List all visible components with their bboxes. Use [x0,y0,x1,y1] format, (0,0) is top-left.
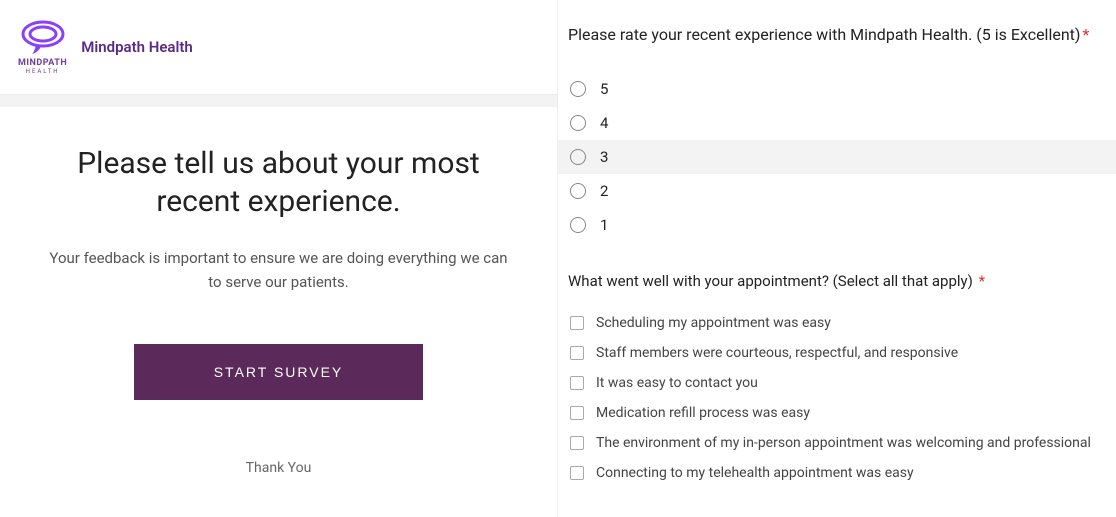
checkbox-icon [570,406,584,420]
brand-logo: MINDPATH HEALTH [18,19,67,75]
checkbox-icon [570,316,584,330]
went-well-option-2[interactable]: It was easy to contact you [568,368,1108,398]
radio-icon [570,217,586,233]
radio-icon [570,115,586,131]
rating-option-label: 1 [600,216,608,234]
went-well-option-4[interactable]: The environment of my in-person appointm… [568,428,1108,458]
went-well-option-3[interactable]: Medication refill process was easy [568,398,1108,428]
required-marker: * [979,272,985,290]
radio-icon [570,183,586,199]
question-rating: Please rate your recent experience with … [568,24,1108,242]
logo-text-line2: HEALTH [26,68,60,75]
went-well-option-1[interactable]: Staff members were courteous, respectful… [568,338,1108,368]
intro-panel: MINDPATH HEALTH Mindpath Health Please t… [0,0,558,517]
brand-name: Mindpath Health [81,38,193,56]
question-rating-text: Please rate your recent experience with … [568,25,1080,44]
question-rating-label: Please rate your recent experience with … [568,24,1108,46]
rating-option-label: 3 [600,148,608,166]
divider-bar [0,95,557,107]
intro-title: Please tell us about your most recent ex… [36,145,521,220]
went-well-option-label: The environment of my in-person appointm… [596,435,1091,451]
question-went-well: What went well with your appointment? (S… [568,272,1108,488]
rating-option-label: 2 [600,182,608,200]
checkbox-icon [570,346,584,360]
speech-bubble-icon [19,19,67,57]
header: MINDPATH HEALTH Mindpath Health [0,0,557,95]
rating-option-1[interactable]: 1 [568,208,1108,242]
rating-option-2[interactable]: 2 [568,174,1108,208]
went-well-option-label: It was easy to contact you [596,375,758,391]
rating-option-4[interactable]: 4 [568,106,1108,140]
radio-icon [570,149,586,165]
went-well-option-label: Medication refill process was easy [596,405,810,421]
rating-option-3[interactable]: 3 [558,140,1116,174]
question-went-well-text: What went well with your appointment? (S… [568,272,973,290]
thank-you-text: Thank You [36,460,521,476]
rating-options: 5 4 3 2 1 [568,72,1108,242]
went-well-options: Scheduling my appointment was easy Staff … [568,308,1108,488]
logo-text-line1: MINDPATH [18,59,67,68]
question-went-well-label: What went well with your appointment? (S… [568,272,1108,290]
survey-panel: Please rate your recent experience with … [558,0,1116,517]
went-well-option-label: Staff members were courteous, respectful… [596,345,958,361]
rating-option-5[interactable]: 5 [568,72,1108,106]
intro-subtitle: Your feedback is important to ensure we … [49,246,509,294]
checkbox-icon [570,466,584,480]
intro-content: Please tell us about your most recent ex… [0,107,557,517]
went-well-option-label: Scheduling my appointment was easy [596,315,831,331]
went-well-option-0[interactable]: Scheduling my appointment was easy [568,308,1108,338]
checkbox-icon [570,436,584,450]
start-survey-button[interactable]: START SURVEY [134,344,424,400]
went-well-option-5[interactable]: Connecting to my telehealth appointment … [568,458,1108,488]
rating-option-label: 5 [600,80,608,98]
checkbox-icon [570,376,584,390]
went-well-option-label: Connecting to my telehealth appointment … [596,465,914,481]
required-marker: * [1082,25,1089,44]
rating-option-label: 4 [600,114,608,132]
radio-icon [570,81,586,97]
